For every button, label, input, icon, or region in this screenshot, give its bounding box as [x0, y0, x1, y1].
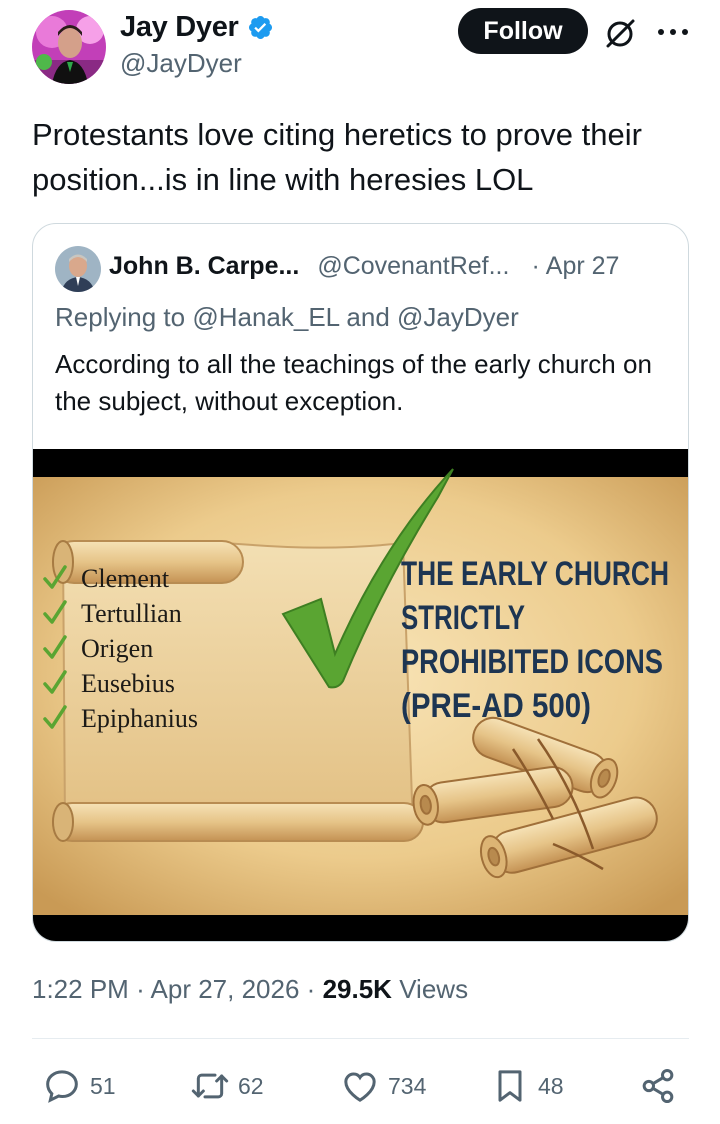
verified-badge-icon: [248, 15, 272, 39]
like-count: 734: [388, 1072, 427, 1099]
image-headline: PROHIBITED ICONS: [401, 643, 663, 681]
separator-dot: ·: [531, 252, 540, 280]
author-name-row: Jay Dyer: [120, 8, 274, 46]
name-list-item: Clement: [81, 564, 170, 593]
replying-and: and: [346, 302, 390, 332]
views-count: 29.5K: [322, 974, 392, 1004]
quoted-media-image[interactable]: Clement Tertullian Origen Eusebius Epiph…: [33, 449, 689, 942]
tweet-date[interactable]: Apr 27, 2026: [151, 974, 300, 1004]
quoted-header: John B. Carpe... @CovenantRef... · Apr 2…: [109, 252, 619, 281]
author-handle[interactable]: @JayDyer: [120, 48, 242, 79]
author-avatar[interactable]: [32, 10, 106, 84]
share-button[interactable]: [638, 1064, 678, 1108]
name-list-item: Origen: [81, 634, 153, 663]
quoted-tweet-card[interactable]: John B. Carpe... @CovenantRef... · Apr 2…: [32, 223, 689, 942]
quoted-tweet-text: According to all the teachings of the ea…: [55, 349, 652, 416]
grok-icon[interactable]: [602, 16, 638, 52]
heart-icon: [344, 1072, 376, 1102]
reply-icon: [46, 1070, 78, 1103]
like-button[interactable]: 734: [340, 1064, 426, 1108]
bookmark-count: 48: [538, 1072, 564, 1099]
bookmark-button[interactable]: 48: [490, 1064, 564, 1108]
quoted-handle[interactable]: @CovenantRef...: [317, 252, 509, 281]
author-display-name[interactable]: Jay Dyer: [120, 11, 239, 44]
repost-count: 62: [238, 1072, 264, 1099]
divider: [32, 1038, 689, 1039]
replying-to-line: Replying to @Hanak_EL and @JayDyer: [55, 302, 519, 333]
name-list-item: Epiphanius: [81, 704, 198, 733]
replying-user-link[interactable]: @Hanak_EL: [192, 302, 339, 332]
replying-to-label: Replying to: [55, 302, 186, 332]
bookmark-icon: [498, 1070, 522, 1102]
tweet-meta: 1:22 PM · Apr 27, 2026 · 29.5K Views: [32, 974, 468, 1005]
image-headline: STRICTLY: [401, 599, 525, 637]
quoted-author-avatar[interactable]: [55, 246, 101, 292]
quoted-date[interactable]: Apr 27: [546, 252, 620, 281]
separator-dot: ·: [306, 974, 316, 1004]
tweet-time[interactable]: 1:22 PM: [32, 974, 129, 1004]
quoted-display-name[interactable]: John B. Carpe...: [109, 252, 299, 281]
separator-dot: ·: [136, 974, 145, 1004]
tweet-text: Protestants love citing heretics to prov…: [32, 117, 642, 197]
follow-button[interactable]: Follow: [458, 8, 588, 54]
repost-icon: [191, 1073, 229, 1099]
reply-count: 51: [90, 1072, 116, 1099]
views-label: Views: [399, 974, 469, 1004]
share-icon: [642, 1069, 674, 1103]
name-list-item: Eusebius: [81, 669, 175, 698]
replying-user-link[interactable]: @JayDyer: [397, 302, 519, 332]
name-list-item: Tertullian: [81, 599, 182, 628]
reply-button[interactable]: 51: [42, 1064, 116, 1108]
repost-button[interactable]: 62: [190, 1064, 264, 1108]
more-options-icon[interactable]: [656, 24, 690, 40]
image-headline: THE EARLY CHURCH: [401, 555, 669, 593]
